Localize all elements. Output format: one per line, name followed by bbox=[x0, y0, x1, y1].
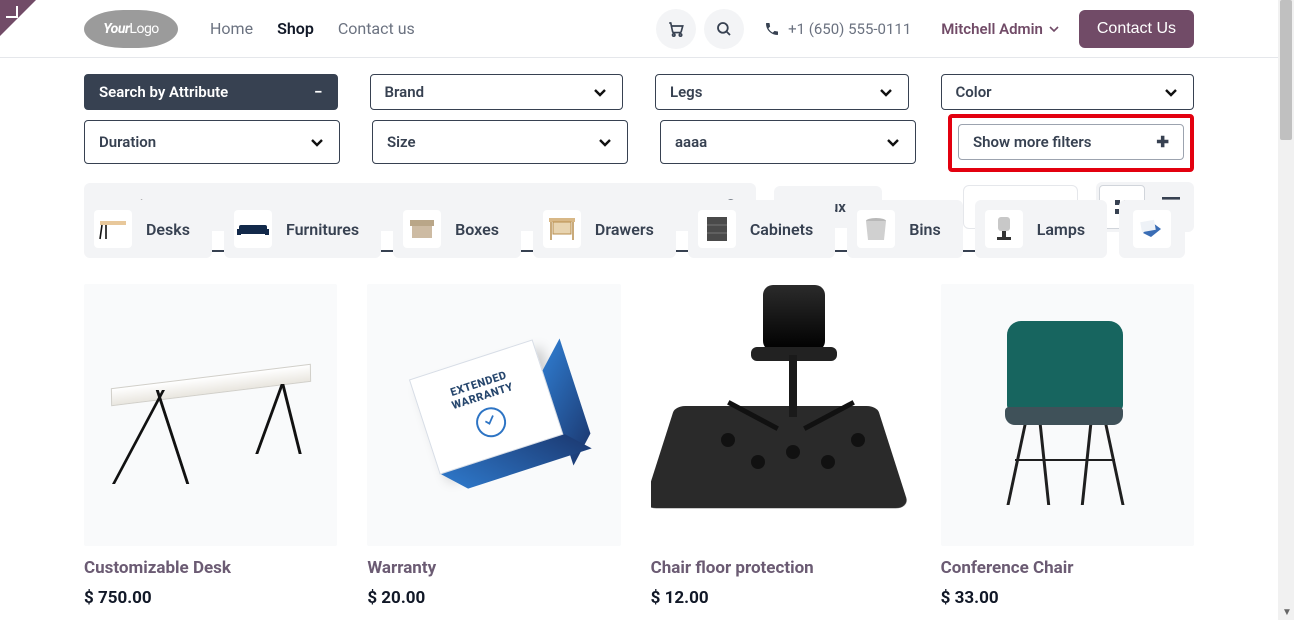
nav-shop[interactable]: Shop bbox=[277, 19, 314, 38]
minus-icon: − bbox=[314, 83, 322, 101]
category-label: Desks bbox=[146, 220, 190, 239]
category-label: Drawers bbox=[595, 220, 654, 239]
category-drawers[interactable]: Drawers bbox=[533, 200, 676, 258]
user-name: Mitchell Admin bbox=[941, 20, 1043, 38]
product-image bbox=[941, 284, 1194, 546]
main-nav: Home Shop Contact us bbox=[210, 19, 415, 38]
product-card[interactable]: EXTENDED WARRANTY Warranty $ 20.00 bbox=[367, 284, 620, 608]
filter-label: Show more filters bbox=[973, 133, 1091, 151]
filter-label: Duration bbox=[99, 133, 156, 151]
filter-brand[interactable]: Brand bbox=[370, 74, 624, 110]
cabinets-thumb-icon bbox=[698, 210, 736, 248]
product-title: Conference Chair bbox=[941, 558, 1194, 578]
product-image bbox=[651, 284, 911, 546]
product-card[interactable]: Conference Chair $ 33.00 bbox=[941, 284, 1194, 608]
product-grid: Customizable Desk $ 750.00 EXTENDED WARR… bbox=[84, 284, 1194, 608]
category-cabinets[interactable]: Cabinets bbox=[688, 200, 835, 258]
filter-label: Legs bbox=[670, 83, 702, 101]
phone-number: +1 (650) 555-0111 bbox=[788, 20, 911, 38]
contact-us-button[interactable]: Contact Us bbox=[1079, 10, 1194, 48]
filter-size[interactable]: Size bbox=[372, 120, 628, 164]
filter-search-by-attribute[interactable]: Search by Attribute − bbox=[84, 74, 338, 110]
phone-icon bbox=[764, 21, 780, 37]
user-menu[interactable]: Mitchell Admin bbox=[941, 20, 1059, 38]
filter-label: Search by Attribute bbox=[99, 83, 228, 101]
editor-corner-badge[interactable] bbox=[0, 0, 36, 36]
category-label: Bins bbox=[909, 220, 940, 239]
product-price: $ 750.00 bbox=[84, 588, 337, 608]
product-price: $ 33.00 bbox=[941, 588, 1194, 608]
filter-label: Brand bbox=[385, 83, 425, 101]
category-bins[interactable]: Bins bbox=[847, 200, 962, 258]
product-price: $ 20.00 bbox=[367, 588, 620, 608]
show-more-filters-button[interactable]: Show more filters ✚ bbox=[958, 124, 1184, 160]
lamps-thumb-icon bbox=[985, 210, 1023, 248]
category-label: Lamps bbox=[1037, 220, 1085, 239]
chevron-down-icon bbox=[1163, 84, 1179, 100]
cart-icon bbox=[667, 20, 685, 38]
filter-aaaa[interactable]: aaaa bbox=[660, 120, 916, 164]
category-label: Furnitures bbox=[286, 220, 359, 239]
product-card[interactable]: Customizable Desk $ 750.00 bbox=[84, 284, 337, 608]
filter-label: Size bbox=[387, 133, 416, 151]
filter-color[interactable]: Color bbox=[941, 74, 1195, 110]
product-image bbox=[84, 284, 337, 546]
search-icon bbox=[715, 20, 733, 38]
logo-part1: Your bbox=[103, 21, 129, 37]
product-title: Warranty bbox=[367, 558, 620, 578]
category-more[interactable] bbox=[1119, 200, 1185, 258]
desks-thumb-icon bbox=[94, 210, 132, 248]
bins-thumb-icon bbox=[857, 210, 895, 248]
product-title: Chair floor protection bbox=[651, 558, 911, 578]
product-card[interactable]: Chair floor protection $ 12.00 bbox=[651, 284, 911, 608]
category-label: Boxes bbox=[455, 220, 499, 239]
scrollbar-down-arrow[interactable]: ▼ bbox=[1282, 607, 1292, 618]
chevron-down-icon bbox=[885, 134, 901, 150]
category-lamps[interactable]: Lamps bbox=[975, 200, 1107, 258]
category-boxes[interactable]: Boxes bbox=[393, 200, 521, 258]
chevron-down-icon bbox=[878, 84, 894, 100]
chevron-down-icon bbox=[309, 134, 325, 150]
product-title: Customizable Desk bbox=[84, 558, 337, 578]
chevron-down-icon bbox=[597, 134, 613, 150]
boxes-thumb-icon bbox=[403, 210, 441, 248]
category-label: Cabinets bbox=[750, 220, 813, 239]
filter-duration[interactable]: Duration bbox=[84, 120, 340, 164]
chevron-down-icon bbox=[592, 84, 608, 100]
scrollbar-thumb[interactable] bbox=[1280, 0, 1292, 140]
product-image: EXTENDED WARRANTY bbox=[367, 284, 620, 546]
furnitures-thumb-icon bbox=[234, 210, 272, 248]
caret-down-icon bbox=[1049, 24, 1059, 34]
search-button[interactable] bbox=[704, 9, 744, 49]
brand-logo[interactable]: YourLogo bbox=[84, 10, 178, 48]
more-thumb-icon bbox=[1133, 210, 1171, 248]
top-nav: YourLogo Home Shop Contact us +1 (650) 5… bbox=[0, 0, 1278, 58]
logo-part2: Logo bbox=[129, 21, 158, 37]
filter-label: Color bbox=[956, 83, 992, 101]
phone-display: +1 (650) 555-0111 bbox=[764, 20, 911, 38]
category-scroller[interactable]: Desks Furnitures Boxes bbox=[84, 200, 1194, 266]
product-price: $ 12.00 bbox=[651, 588, 911, 608]
filter-label: aaaa bbox=[675, 133, 707, 151]
warranty-seal-icon bbox=[472, 403, 510, 441]
drawers-thumb-icon bbox=[543, 210, 581, 248]
cart-button[interactable] bbox=[656, 9, 696, 49]
show-more-filters-highlight: Show more filters ✚ bbox=[948, 114, 1194, 172]
filter-legs[interactable]: Legs bbox=[655, 74, 909, 110]
nav-home[interactable]: Home bbox=[210, 19, 253, 38]
category-desks[interactable]: Desks bbox=[84, 200, 212, 258]
vertical-scrollbar[interactable]: ▼ bbox=[1278, 0, 1294, 620]
plus-icon: ✚ bbox=[1156, 133, 1169, 151]
nav-contact[interactable]: Contact us bbox=[338, 19, 415, 38]
category-furnitures[interactable]: Furnitures bbox=[224, 200, 381, 258]
